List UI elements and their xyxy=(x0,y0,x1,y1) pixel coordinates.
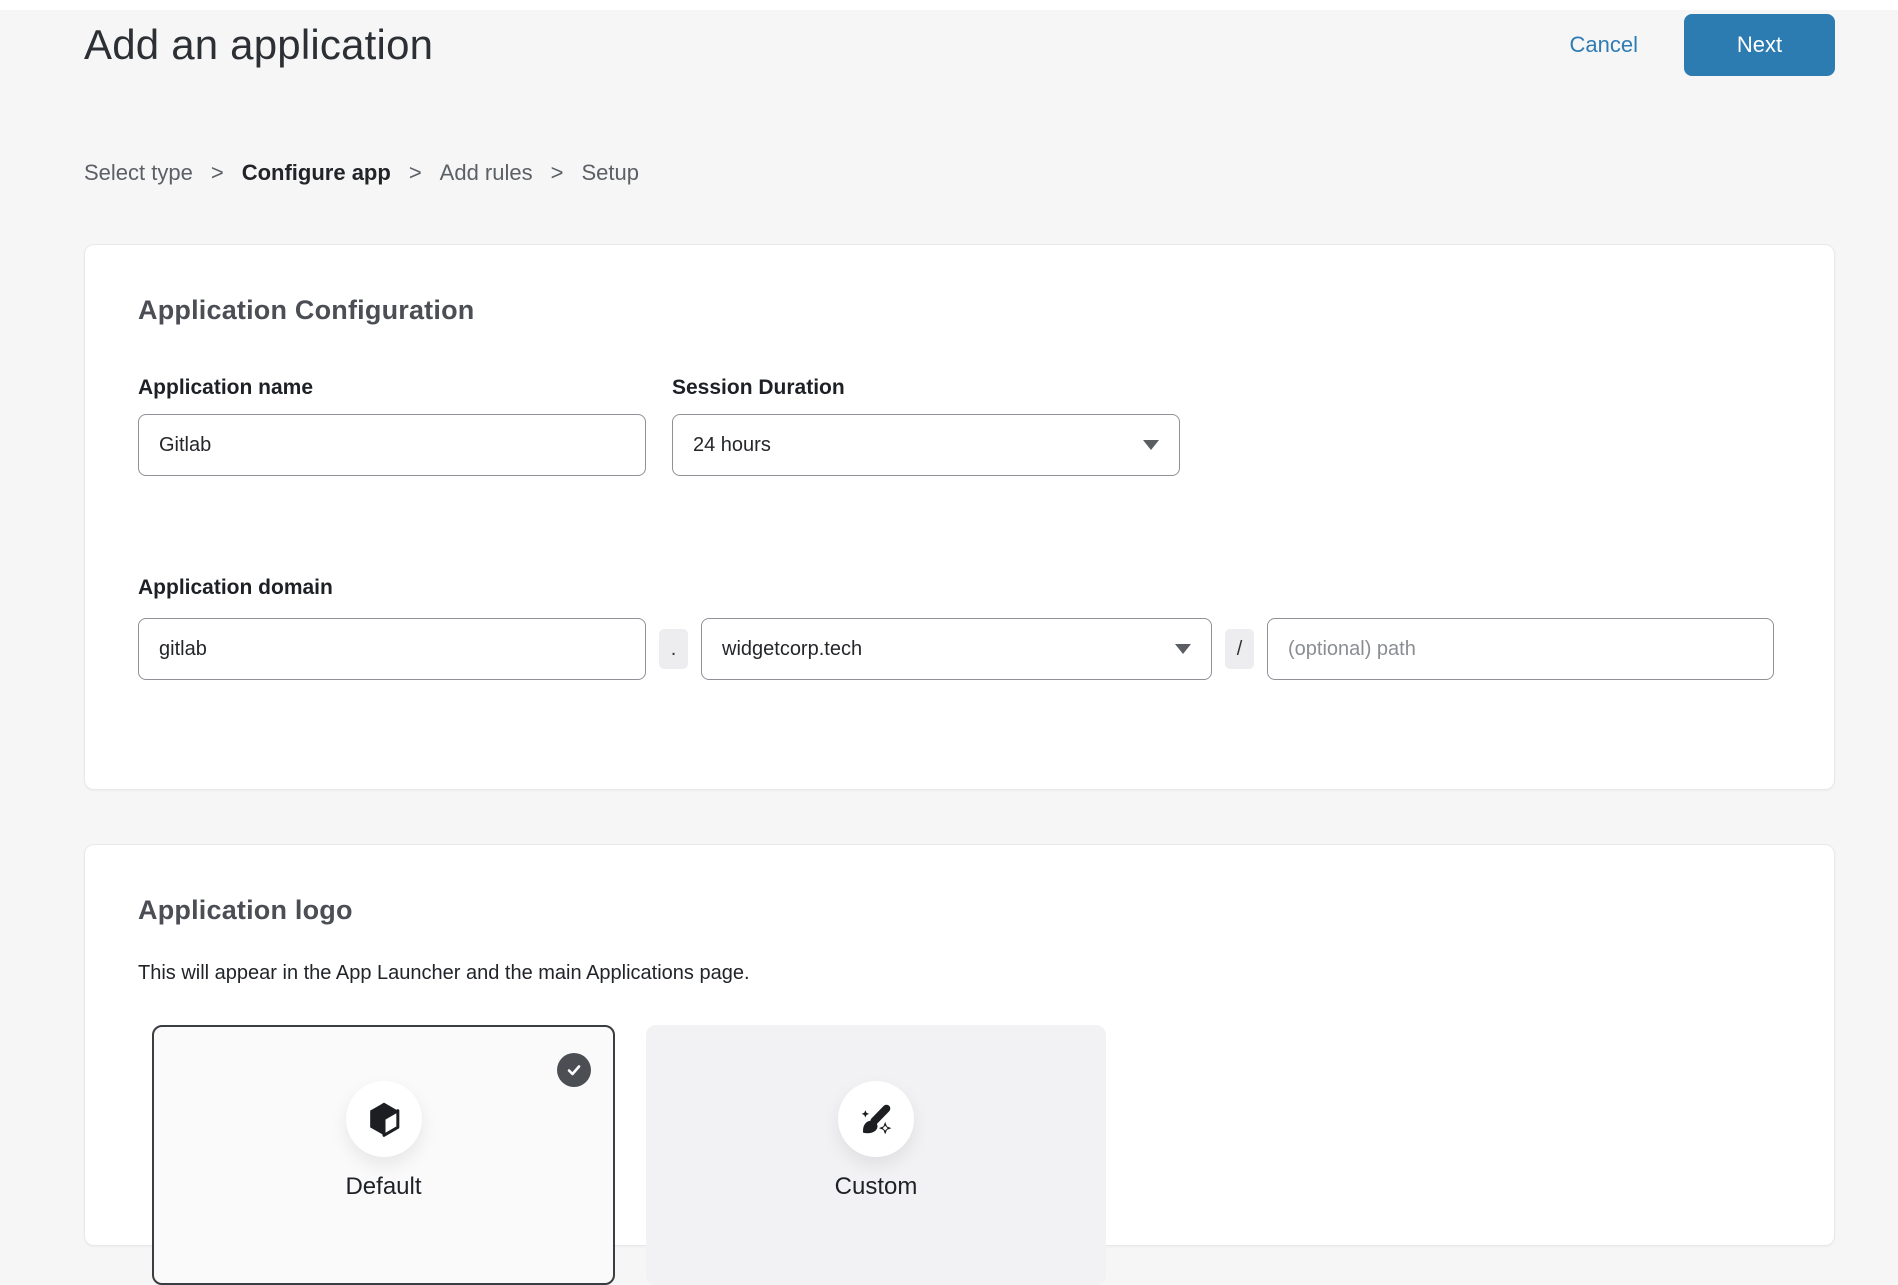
paintbrush-icon xyxy=(854,1097,898,1141)
chevron-down-icon xyxy=(1143,440,1159,450)
application-name-field-group: Application name xyxy=(138,376,646,476)
cancel-button[interactable]: Cancel xyxy=(1570,32,1638,58)
application-configuration-card: Application Configuration Application na… xyxy=(84,244,1835,790)
application-logo-card: Application logo This will appear in the… xyxy=(84,844,1835,1246)
chevron-down-icon xyxy=(1175,644,1191,654)
logo-option-label: Custom xyxy=(646,1173,1106,1201)
breadcrumb-step-add-rules[interactable]: Add rules xyxy=(440,160,533,186)
application-name-input[interactable] xyxy=(138,414,646,476)
subdomain-input[interactable] xyxy=(138,618,646,680)
logo-option-label: Default xyxy=(154,1173,613,1201)
session-duration-field-group: Session Duration 24 hours xyxy=(672,376,1180,476)
top-strip xyxy=(0,0,1898,10)
page-header: Add an application Cancel Next xyxy=(0,10,1898,76)
default-logo-circle xyxy=(346,1081,422,1157)
selected-check-icon xyxy=(557,1053,591,1087)
application-domain-section: Application domain . widgetcorp.tech / xyxy=(138,576,1781,680)
dot-separator: . xyxy=(659,629,688,669)
path-input[interactable] xyxy=(1267,618,1774,680)
name-session-row: Application name Session Duration 24 hou… xyxy=(138,376,1781,476)
breadcrumb-step-setup[interactable]: Setup xyxy=(581,160,639,186)
domain-select-value: widgetcorp.tech xyxy=(722,638,862,661)
logo-option-default[interactable]: Default xyxy=(152,1025,615,1285)
breadcrumb-separator: > xyxy=(211,160,224,186)
session-duration-label: Session Duration xyxy=(672,376,1180,400)
breadcrumb-step-configure-app[interactable]: Configure app xyxy=(242,160,391,186)
application-configuration-heading: Application Configuration xyxy=(138,295,1781,326)
session-duration-select[interactable]: 24 hours xyxy=(672,414,1180,476)
application-name-label: Application name xyxy=(138,376,646,400)
application-logo-heading: Application logo xyxy=(138,895,1781,926)
next-button[interactable]: Next xyxy=(1684,14,1835,76)
custom-logo-circle xyxy=(838,1081,914,1157)
application-logo-description: This will appear in the App Launcher and… xyxy=(138,962,1781,985)
cube-icon xyxy=(364,1099,404,1139)
domain-select[interactable]: widgetcorp.tech xyxy=(701,618,1212,680)
page-title: Add an application xyxy=(84,21,433,69)
logo-option-custom[interactable]: Custom xyxy=(646,1025,1106,1285)
session-duration-value: 24 hours xyxy=(693,434,771,457)
breadcrumb-step-select-type[interactable]: Select type xyxy=(84,160,193,186)
breadcrumb-separator: > xyxy=(409,160,422,186)
slash-separator: / xyxy=(1225,629,1254,669)
breadcrumb: Select type > Configure app > Add rules … xyxy=(84,160,1898,186)
breadcrumb-separator: > xyxy=(551,160,564,186)
header-actions: Cancel Next xyxy=(1570,14,1835,76)
application-domain-row: . widgetcorp.tech / xyxy=(138,604,1781,680)
logo-options-row: Default Custom xyxy=(152,1025,1781,1285)
application-domain-label: Application domain xyxy=(138,576,1781,600)
